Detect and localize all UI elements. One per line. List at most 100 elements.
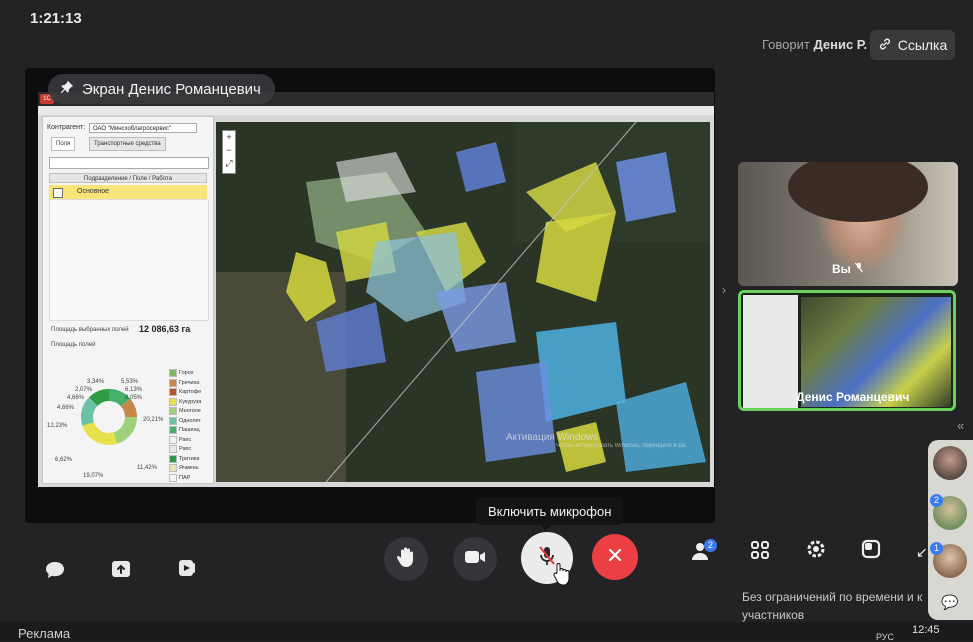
legend-swatch [169,473,177,482]
fields-area-label: Площадь полей [51,342,96,348]
tab-fields[interactable]: Поля [51,137,76,151]
legend-item: Однолет [169,416,201,425]
video-camera-icon [464,549,486,570]
share-screen-icon [110,559,132,584]
legend-item: Ячмень [169,464,199,472]
app-subbar [38,106,714,115]
shared-app-window: 1C Контрагент: ОАО "Минсхоблагросервис" … [38,92,714,487]
windows-activation-watermark: Активация Windows [506,432,599,443]
active-speaker: Говорит Денис Р. [762,37,867,52]
pie-percent-label: 3,34% [87,379,105,385]
chat-button[interactable] [40,557,70,587]
pie-percent-label: 4,66% [67,395,85,401]
chat-icon [44,560,66,585]
legend-swatch [169,426,177,434]
ad-label: Реклама [18,626,71,641]
camera-button[interactable] [453,537,497,581]
legend-label: ПАР [179,474,191,481]
legend-label: Рапс [179,436,192,443]
satellite-map[interactable] [216,122,710,482]
windows-activation-subtext: Чтобы активировать Windows, перейдите в … [556,443,686,449]
contractor-select[interactable]: ОАО "Минсхоблагросервис" [89,123,197,133]
speaking-prefix: Говорит [762,37,810,52]
self-video-tile[interactable]: Вы [738,162,958,286]
legend-label: Картофе [179,389,202,395]
legend-item: Гречиха [169,378,199,387]
legend-item: Тритика [169,454,200,463]
tooltip-arrow [540,525,552,531]
legend-label: Тритика [179,455,200,462]
pie-percent-label: 6,62% [55,457,73,463]
pie-percent-label: 11,42% [137,465,157,471]
legend-item: Многоле [169,407,201,415]
pin-icon [60,80,74,98]
gear-icon [805,538,827,565]
legend-label: Ячмень [179,465,199,471]
legend-label: Кукуруза [179,398,202,405]
fields-panel: Контрагент: ОАО "Минсхоблагросервис" Пол… [42,116,214,484]
tray-clock: 12:45 [912,624,940,636]
tab-vehicles-label: Транспортные средства [94,141,161,147]
contractor-label: Контрагент: [47,124,86,131]
grid-icon [750,540,770,565]
promo-line-1: Без ограничений по времени и к [742,590,923,604]
copy-link-button[interactable]: Ссылка [870,30,955,60]
map-zoom-control[interactable]: + − ⤢ [222,130,236,174]
tab-vehicles[interactable]: Транспортные средства [89,137,166,151]
pie-percent-label: 5,53% [121,379,139,385]
selected-area-value: 12 086,63 га [139,324,191,334]
legend-swatch [169,416,177,425]
legend-swatch [169,445,177,453]
legend-item: ПАР [169,473,191,482]
settings-button[interactable] [801,536,831,566]
tree-item-selected[interactable]: Основное [49,185,207,199]
chevron-right-icon[interactable]: › [722,283,726,297]
presenter-tile[interactable]: Денис Романцевич [738,290,956,411]
tree-checkbox[interactable]: ✓ [53,188,63,198]
legend-item: Горох [169,369,193,377]
presenter-thumb-panel [743,295,798,408]
filter-input[interactable] [49,157,209,169]
legend-label: Многоле [179,408,201,414]
legend-swatch [169,378,177,387]
pie-percent-label: 12,23% [47,423,68,429]
os-taskbar [0,622,973,641]
pip-button[interactable] [856,536,886,566]
tree-list [49,199,209,321]
close-icon [607,547,623,568]
pie-percent-label: 8,05% [125,395,143,401]
media-button[interactable] [172,555,202,585]
legend-item: Рапс [169,445,191,453]
screen-share-label: Экран Денис Романцевич [48,74,275,104]
legend-swatch [169,369,177,377]
legend-swatch [169,407,177,415]
share-screen-button[interactable] [106,556,136,586]
legend-label: Пашенц [179,427,200,433]
participants-count-badge: 2 [704,539,717,552]
legend-swatch [169,435,177,444]
legend-label: Однолет [179,417,201,424]
participant-avatar[interactable] [933,446,967,480]
pie-percent-label: 6,13% [125,387,143,393]
expand-arrow-icon[interactable]: ↙ [916,544,928,561]
speaking-name: Денис Р. [813,37,868,52]
pie-percent-label: 2,07% [75,387,93,393]
layout-grid-button[interactable] [745,537,775,567]
legend-item: Картофе [169,388,201,396]
collapse-panel-icon[interactable]: « [957,418,964,433]
tree-item-label: Основное [77,188,110,195]
legend-item: Пашенц [169,426,200,434]
link-icon [878,37,892,54]
raise-hand-button[interactable] [384,537,428,581]
tree-header: Подразделение / Поле / Работа [49,173,207,183]
hand-icon [396,546,416,573]
legend-label: Горох [179,370,194,376]
legend-swatch [169,397,177,406]
muted-mic-icon [854,262,864,276]
self-tile-name: Вы [832,262,864,276]
legend-swatch [169,464,177,472]
participant-count-badge: 1 [930,542,943,555]
link-button-label: Ссылка [897,37,948,53]
end-call-button[interactable] [592,534,638,580]
promo-text: Без ограничений по времени и к участнико… [742,588,973,624]
